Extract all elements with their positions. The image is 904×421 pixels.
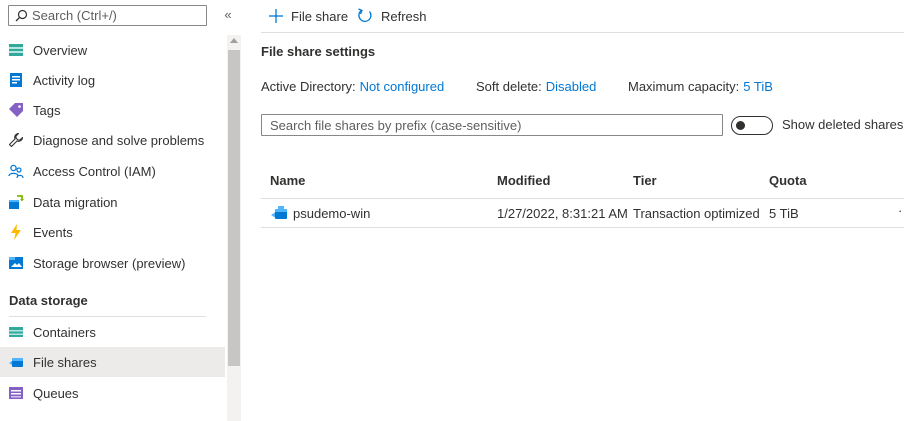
sidebar-item-label: Events [33, 224, 73, 240]
sidebar-item-label: Storage browser (preview) [33, 255, 186, 271]
storage-browser-icon [8, 255, 24, 271]
active-directory-link[interactable]: Not configured [360, 79, 445, 94]
section-divider [9, 316, 206, 317]
plus-icon [269, 9, 283, 23]
collapse-menu-button[interactable]: « [220, 6, 236, 24]
sidebar-item-label: Data migration [33, 194, 118, 210]
table-row[interactable]: psudemo-win 1/27/2022, 8:31:21 AM Transa… [261, 199, 904, 228]
show-deleted-shares-label: Show deleted shares [782, 117, 904, 132]
refresh-icon [358, 8, 372, 22]
file-shares-icon [8, 354, 24, 370]
queues-icon [8, 385, 24, 401]
sidebar-item-label: Containers [33, 324, 96, 340]
soft-delete-label: Soft delete: [476, 79, 542, 94]
sidebar-item-label: Activity log [33, 72, 96, 88]
tier-cell: Transaction optimized [633, 206, 760, 221]
refresh-button[interactable]: Refresh [357, 0, 427, 32]
sidebar-item-events[interactable]: Events [0, 217, 225, 247]
sidebar-item-label: File shares [33, 354, 97, 370]
sidebar-item-tables-partial[interactable] [0, 408, 225, 421]
scroll-up-arrow-icon[interactable] [230, 38, 238, 43]
sidebar-item-data-migration[interactable]: Data migration [0, 187, 225, 217]
column-header-name[interactable]: Name [270, 173, 305, 188]
file-share-settings-heading: File share settings [261, 44, 376, 59]
column-header-quota[interactable]: Quota [769, 173, 807, 188]
scrollbar-thumb[interactable] [228, 50, 240, 366]
soft-delete-setting: Soft delete: Disabled [476, 79, 596, 94]
menu-scrollbar[interactable] [227, 35, 241, 421]
active-directory-setting: Active Directory: Not configured [261, 79, 444, 94]
sidebar-item-overview[interactable]: Overview [0, 35, 225, 65]
soft-delete-link[interactable]: Disabled [546, 79, 597, 94]
search-icon [12, 7, 30, 25]
file-share-name-link[interactable]: psudemo-win [293, 206, 370, 221]
refresh-label: Refresh [381, 8, 427, 24]
add-file-share-button[interactable]: File share [269, 0, 348, 32]
sidebar-item-containers[interactable]: Containers [0, 317, 225, 347]
file-share-search-input[interactable]: Search file shares by prefix (case-sensi… [261, 114, 723, 136]
quota-cell: 5 TiB [769, 206, 799, 221]
maximum-capacity-label: Maximum capacity: [628, 79, 740, 94]
sidebar-item-queues[interactable]: Queues [0, 378, 225, 408]
show-deleted-shares-toggle[interactable] [731, 116, 773, 135]
tables-icon [8, 415, 24, 421]
sidebar-item-storage-browser[interactable]: Storage browser (preview) [0, 248, 225, 278]
sidebar-item-label: Diagnose and solve problems [33, 132, 205, 148]
modified-cell: 1/27/2022, 8:31:21 AM [497, 206, 628, 221]
active-directory-label: Active Directory: [261, 79, 356, 94]
file-share-search-placeholder: Search file shares by prefix (case-sensi… [270, 118, 522, 133]
row-more-options-button[interactable]: · [898, 203, 902, 218]
file-share-icon [270, 204, 288, 225]
file-shares-blade: File share Refresh File share settings A… [241, 0, 904, 421]
sidebar-item-tags[interactable]: Tags [0, 95, 225, 125]
resource-menu: Search (Ctrl+/) « Overview Activity log … [0, 0, 241, 421]
sidebar-item-label: Queues [33, 385, 79, 401]
menu-search-placeholder: Search (Ctrl+/) [32, 8, 117, 23]
add-file-share-label: File share [291, 8, 349, 24]
sidebar-item-diagnose[interactable]: Diagnose and solve problems [0, 125, 225, 155]
command-bar: File share Refresh [261, 0, 904, 33]
toggle-knob [736, 121, 745, 130]
column-header-modified[interactable]: Modified [497, 173, 550, 188]
overview-icon [8, 42, 24, 58]
column-header-tier[interactable]: Tier [633, 173, 657, 188]
tag-icon [8, 102, 24, 118]
maximum-capacity-setting: Maximum capacity: 5 TiB [628, 79, 773, 94]
containers-icon [8, 324, 24, 340]
people-icon [8, 163, 24, 179]
menu-search-input[interactable]: Search (Ctrl+/) [8, 5, 207, 26]
section-heading-data-storage: Data storage [9, 293, 88, 308]
wrench-icon [8, 132, 24, 148]
sidebar-item-label: Access Control (IAM) [33, 163, 156, 179]
sidebar-item-access-control[interactable]: Access Control (IAM) [0, 156, 225, 186]
activity-log-icon [8, 72, 24, 88]
sidebar-item-label: Overview [33, 42, 88, 58]
sidebar-item-activity-log[interactable]: Activity log [0, 65, 225, 95]
maximum-capacity-link[interactable]: 5 TiB [743, 79, 773, 94]
lightning-icon [8, 224, 24, 240]
data-migration-icon [8, 194, 24, 210]
sidebar-item-file-shares[interactable]: File shares [0, 347, 225, 377]
sidebar-item-label: Tags [33, 102, 61, 118]
